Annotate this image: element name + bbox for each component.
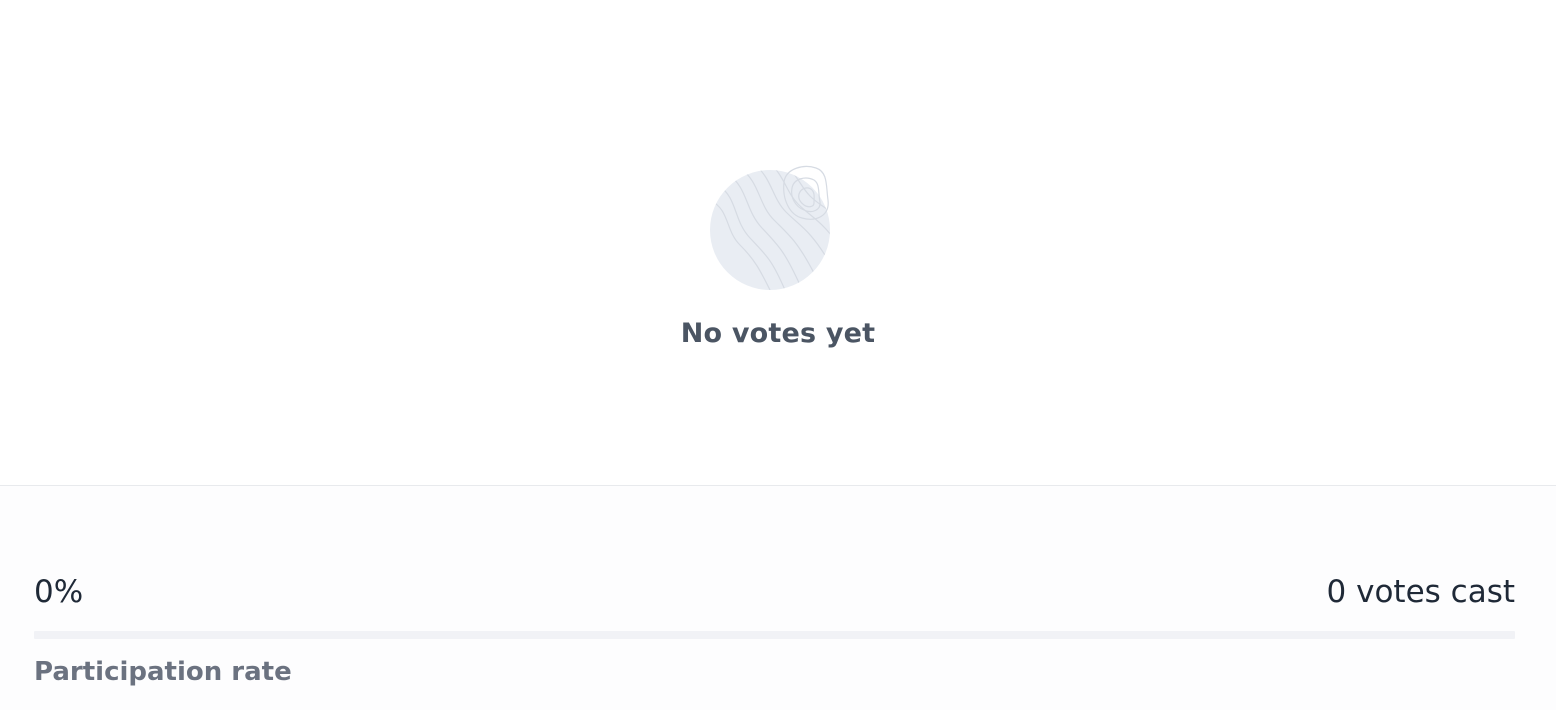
empty-state: No votes yet [0, 0, 1556, 486]
topographic-globe-icon [700, 160, 850, 300]
participation-progress-bar [34, 631, 1515, 639]
participation-rate-label: Participation rate [34, 657, 292, 687]
participation-rate-value: 0% [34, 574, 84, 610]
participation-stats: 0% 0 votes cast Participation rate [0, 486, 1556, 710]
poll-results-panel: No votes yet 0% 0 votes cast Participati… [0, 0, 1556, 710]
empty-state-title: No votes yet [680, 318, 876, 349]
votes-cast-count: 0 votes cast [1326, 574, 1515, 610]
